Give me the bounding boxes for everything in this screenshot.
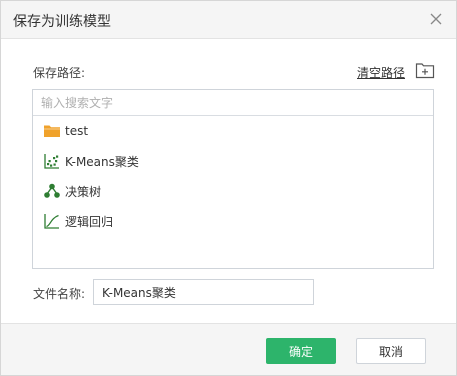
dialog-title: 保存为训练模型 <box>13 14 111 30</box>
folder-icon <box>43 122 61 140</box>
filename-label: 文件名称: <box>33 287 86 301</box>
list-item-label: K-Means聚类 <box>65 154 139 169</box>
search-input[interactable] <box>33 90 433 116</box>
list-item[interactable]: K-Means聚类 <box>33 146 433 176</box>
dialog-header: 保存为训练模型 <box>1 1 456 39</box>
list-item[interactable]: test <box>33 116 433 146</box>
filename-input[interactable] <box>93 279 314 305</box>
list-item-label: 逻辑回归 <box>65 214 114 229</box>
folder-tree-panel: test K-Means聚类 <box>32 89 434 269</box>
confirm-button[interactable]: 确定 <box>266 338 336 364</box>
model-list: test K-Means聚类 决策树 逻辑回归 <box>33 116 433 236</box>
list-item-label: test <box>65 124 89 138</box>
save-model-dialog: 保存为训练模型 保存路径: 清空路径 test <box>0 0 457 376</box>
list-item[interactable]: 逻辑回归 <box>33 206 433 236</box>
cancel-button[interactable]: 取消 <box>356 338 426 364</box>
folder-add-icon[interactable] <box>415 61 435 79</box>
decision-tree-icon <box>43 182 61 200</box>
list-item-label: 决策树 <box>65 184 102 199</box>
close-icon[interactable] <box>428 11 444 27</box>
dialog-footer: 确定 取消 <box>1 323 456 375</box>
kmeans-scatter-icon <box>43 152 61 170</box>
save-path-label: 保存路径: <box>33 66 86 80</box>
clear-path-link[interactable]: 清空路径 <box>357 64 405 81</box>
list-item[interactable]: 决策树 <box>33 176 433 206</box>
logistic-regression-icon <box>43 212 61 230</box>
